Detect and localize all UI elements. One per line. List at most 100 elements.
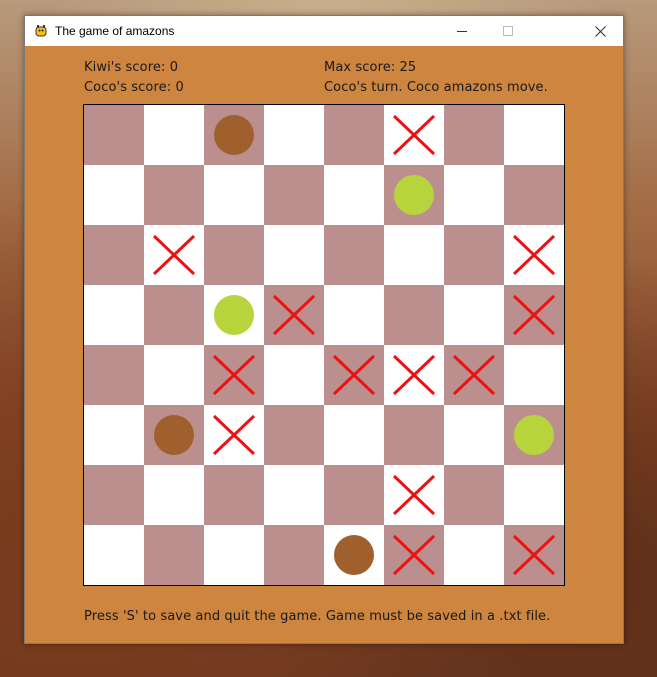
board-square[interactable] — [144, 525, 204, 585]
board-square[interactable] — [324, 285, 384, 345]
board-square[interactable] — [504, 105, 564, 165]
blocked-x-icon — [393, 535, 435, 575]
max-score: Max score: 25 — [324, 60, 417, 75]
board-square[interactable] — [324, 105, 384, 165]
board-square[interactable] — [384, 225, 444, 285]
board-square[interactable] — [264, 345, 324, 405]
board-square[interactable] — [84, 345, 144, 405]
board-square[interactable] — [144, 285, 204, 345]
minimize-button[interactable] — [439, 16, 485, 46]
title-bar[interactable]: The game of amazons — [25, 16, 623, 46]
board-square[interactable] — [84, 105, 144, 165]
board-square[interactable] — [444, 165, 504, 225]
kiwi-amazon-piece[interactable] — [154, 415, 194, 455]
board-square[interactable] — [144, 225, 204, 285]
board-square[interactable] — [384, 345, 444, 405]
board-square[interactable] — [144, 405, 204, 465]
board-square[interactable] — [504, 285, 564, 345]
blocked-x-icon — [213, 355, 255, 395]
board-square[interactable] — [204, 225, 264, 285]
close-icon — [594, 25, 606, 37]
board-square[interactable] — [384, 405, 444, 465]
board-square[interactable] — [444, 525, 504, 585]
board-square[interactable] — [204, 405, 264, 465]
board-square[interactable] — [504, 465, 564, 525]
board-square[interactable] — [324, 525, 384, 585]
board-square[interactable] — [444, 405, 504, 465]
maximize-button[interactable] — [485, 16, 531, 46]
board-square[interactable] — [324, 225, 384, 285]
board-square[interactable] — [444, 345, 504, 405]
board-square[interactable] — [204, 465, 264, 525]
blocked-x-icon — [513, 235, 555, 275]
board-square[interactable] — [384, 285, 444, 345]
board-square[interactable] — [264, 105, 324, 165]
board-square[interactable] — [84, 225, 144, 285]
board-square[interactable] — [204, 105, 264, 165]
kiwi-score: Kiwi's score: 0 — [84, 60, 179, 75]
blocked-x-icon — [393, 355, 435, 395]
game-canvas[interactable]: Kiwi's score: 0 Coco's score: 0 Max scor… — [25, 46, 623, 643]
board-square[interactable] — [84, 165, 144, 225]
board-square[interactable] — [384, 105, 444, 165]
blocked-x-icon — [513, 535, 555, 575]
blocked-x-icon — [453, 355, 495, 395]
turn-status: Coco's turn. Coco amazons move. — [324, 80, 548, 95]
board-square[interactable] — [504, 405, 564, 465]
board-square[interactable] — [204, 525, 264, 585]
window-title: The game of amazons — [55, 24, 175, 38]
board-square[interactable] — [384, 525, 444, 585]
board-square[interactable] — [204, 165, 264, 225]
board-square[interactable] — [324, 165, 384, 225]
coco-amazon-piece[interactable] — [394, 175, 434, 215]
board-square[interactable] — [324, 405, 384, 465]
board-square[interactable] — [144, 105, 204, 165]
minimize-icon — [457, 31, 467, 32]
board-square[interactable] — [84, 525, 144, 585]
footer-instructions: Press 'S' to save and quit the game. Gam… — [84, 609, 551, 624]
game-window: The game of amazons Kiwi's score: 0 Coco… — [24, 15, 624, 644]
coco-amazon-piece[interactable] — [514, 415, 554, 455]
kiwi-amazon-piece[interactable] — [334, 535, 374, 575]
blocked-x-icon — [213, 415, 255, 455]
board-square[interactable] — [444, 465, 504, 525]
blocked-x-icon — [393, 475, 435, 515]
board-square[interactable] — [144, 165, 204, 225]
board-square[interactable] — [384, 165, 444, 225]
blocked-x-icon — [273, 295, 315, 335]
board-square[interactable] — [324, 465, 384, 525]
board-square[interactable] — [264, 225, 324, 285]
board-square[interactable] — [444, 105, 504, 165]
board-square[interactable] — [504, 345, 564, 405]
board-square[interactable] — [324, 345, 384, 405]
board-square[interactable] — [144, 465, 204, 525]
maximize-icon — [503, 26, 513, 36]
board-square[interactable] — [84, 405, 144, 465]
board-square[interactable] — [84, 285, 144, 345]
board-square[interactable] — [264, 165, 324, 225]
board-square[interactable] — [84, 465, 144, 525]
board-square[interactable] — [264, 465, 324, 525]
coco-score: Coco's score: 0 — [84, 80, 184, 95]
board-square[interactable] — [264, 285, 324, 345]
board-square[interactable] — [504, 165, 564, 225]
board-square[interactable] — [144, 345, 204, 405]
board-square[interactable] — [444, 225, 504, 285]
coco-amazon-piece[interactable] — [214, 295, 254, 335]
board-square[interactable] — [504, 225, 564, 285]
board-square[interactable] — [384, 465, 444, 525]
blocked-x-icon — [333, 355, 375, 395]
blocked-x-icon — [153, 235, 195, 275]
board-square[interactable] — [264, 525, 324, 585]
board-square[interactable] — [204, 345, 264, 405]
board-square[interactable] — [504, 525, 564, 585]
board-square[interactable] — [444, 285, 504, 345]
pygame-snake-icon — [33, 23, 49, 39]
game-board[interactable] — [83, 104, 565, 586]
board-square[interactable] — [204, 285, 264, 345]
board-square[interactable] — [264, 405, 324, 465]
blocked-x-icon — [513, 295, 555, 335]
kiwi-amazon-piece[interactable] — [214, 115, 254, 155]
close-button[interactable] — [577, 16, 623, 46]
blocked-x-icon — [393, 115, 435, 155]
